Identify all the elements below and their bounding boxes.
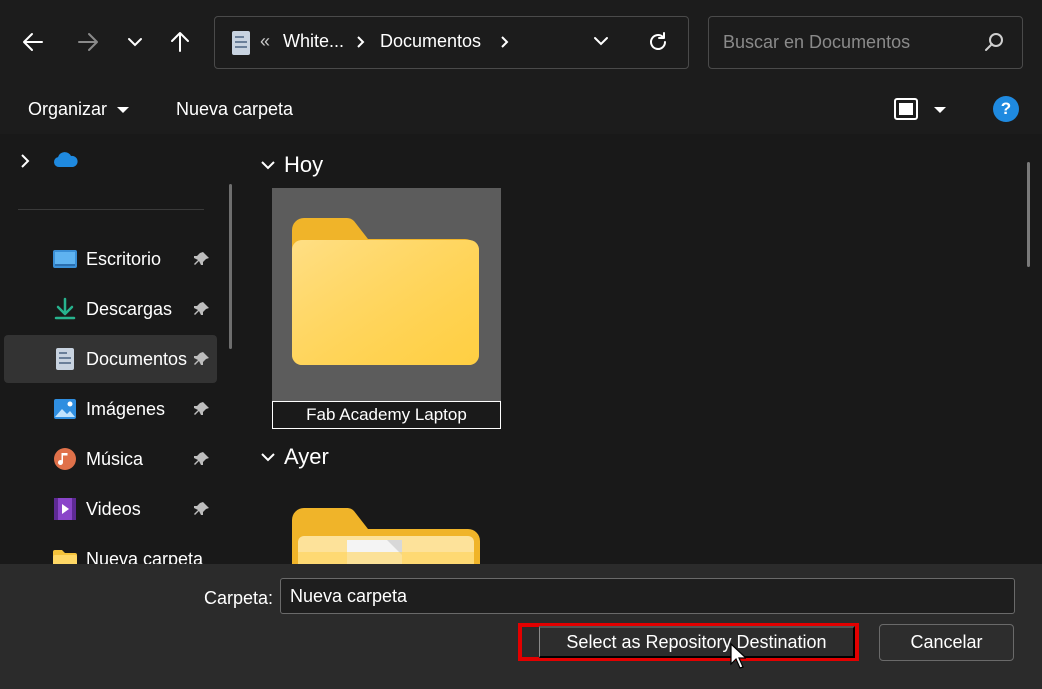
folder-icon[interactable] bbox=[292, 508, 482, 564]
chevron-down-icon[interactable] bbox=[593, 35, 609, 47]
pin-icon bbox=[194, 302, 209, 315]
sidebar-item-label: Música bbox=[86, 449, 144, 469]
mouse-cursor-icon bbox=[730, 643, 746, 669]
address-toolbar: « White... Documentos Buscar en Document… bbox=[0, 0, 1042, 86]
rename-field[interactable]: Fab Academy Laptop bbox=[272, 401, 501, 429]
onedrive-icon[interactable] bbox=[52, 151, 80, 169]
pin-icon bbox=[194, 352, 209, 365]
view-layout-icon[interactable] bbox=[893, 97, 919, 121]
caret-down-icon[interactable] bbox=[116, 105, 130, 115]
select-destination-button[interactable]: Select as Repository Destination bbox=[539, 626, 855, 658]
group-header-ayer[interactable]: Ayer bbox=[260, 444, 329, 470]
help-button[interactable]: ? bbox=[993, 96, 1019, 122]
chevron-down-icon[interactable] bbox=[260, 159, 276, 171]
arrow-left-icon bbox=[23, 33, 43, 51]
sidebar-item-nueva-carpeta[interactable]: Nueva carpeta bbox=[4, 535, 217, 564]
new-folder-button[interactable]: Nueva carpeta bbox=[176, 99, 293, 120]
cancel-button[interactable]: Cancelar bbox=[879, 624, 1014, 661]
chevron-right-icon[interactable] bbox=[499, 35, 509, 49]
arrow-right-icon bbox=[78, 33, 98, 51]
pin-icon bbox=[194, 252, 209, 265]
music-icon bbox=[52, 447, 78, 471]
folder-label: Carpeta: bbox=[204, 588, 274, 608]
document-icon bbox=[232, 31, 250, 55]
group-title: Hoy bbox=[284, 152, 324, 177]
breadcrumb-overflow[interactable]: « bbox=[260, 31, 270, 52]
sidebar-item-videos[interactable]: Videos bbox=[4, 485, 217, 533]
group-title: Ayer bbox=[284, 444, 329, 469]
sidebar-item-label: Descargas bbox=[86, 299, 173, 319]
pin-icon bbox=[194, 452, 209, 465]
file-list: Hoy Fab Academy Laptop Ayer bbox=[246, 134, 1042, 564]
search-icon[interactable] bbox=[984, 32, 1004, 52]
dialog-footer: Carpeta: Select as Repository Destinatio… bbox=[0, 564, 1042, 689]
back-button[interactable] bbox=[15, 24, 51, 60]
content-scrollbar[interactable] bbox=[1027, 162, 1030, 267]
video-icon bbox=[52, 497, 78, 521]
breadcrumb-documentos[interactable]: Documentos bbox=[380, 31, 481, 52]
pin-icon bbox=[194, 402, 209, 415]
search-box[interactable]: Buscar en Documentos bbox=[708, 16, 1023, 69]
folder-icon bbox=[52, 547, 78, 564]
sidebar-item-label: Nueva carpeta bbox=[86, 549, 204, 564]
refresh-icon[interactable] bbox=[647, 31, 669, 53]
folder-icon bbox=[292, 217, 479, 365]
chevron-down-icon bbox=[128, 38, 142, 47]
sidebar-item-escritorio[interactable]: Escritorio bbox=[4, 235, 217, 283]
chevron-right-icon[interactable] bbox=[355, 35, 365, 49]
organize-button[interactable]: Organizar bbox=[28, 99, 107, 120]
search-input[interactable]: Buscar en Documentos bbox=[723, 32, 910, 53]
sidebar-item-imagenes[interactable]: Imágenes bbox=[4, 385, 217, 433]
sidebar-item-label: Videos bbox=[86, 499, 141, 519]
pin-icon bbox=[194, 502, 209, 515]
nav-scrollbar[interactable] bbox=[229, 184, 232, 349]
desktop-icon bbox=[52, 247, 78, 271]
sidebar-item-label: Escritorio bbox=[86, 249, 162, 269]
sidebar-item-musica[interactable]: Música bbox=[4, 435, 217, 483]
navigation-pane: Escritorio Descargas Documentos Imágenes… bbox=[0, 134, 246, 564]
sidebar-item-documentos[interactable]: Documentos bbox=[4, 335, 217, 383]
download-icon bbox=[52, 297, 78, 321]
sidebar-item-descargas[interactable]: Descargas bbox=[4, 285, 217, 333]
nav-divider bbox=[18, 209, 204, 210]
up-button[interactable] bbox=[162, 24, 198, 60]
address-bar[interactable]: « White... Documentos bbox=[214, 16, 689, 69]
breadcrumb-white[interactable]: White... bbox=[283, 31, 344, 52]
folder-name-input[interactable] bbox=[280, 578, 1015, 614]
folder-item[interactable]: Fab Academy Laptop bbox=[272, 188, 501, 429]
chevron-right-icon[interactable] bbox=[18, 152, 32, 170]
arrow-up-icon bbox=[171, 32, 189, 52]
sidebar-item-label: Imágenes bbox=[86, 399, 166, 419]
group-header-hoy[interactable]: Hoy bbox=[260, 152, 323, 178]
recent-locations-button[interactable] bbox=[117, 24, 153, 60]
sidebar-item-label: Documentos bbox=[86, 349, 188, 369]
caret-down-icon[interactable] bbox=[933, 105, 947, 115]
pictures-icon bbox=[52, 397, 78, 421]
chevron-down-icon[interactable] bbox=[260, 451, 276, 463]
forward-button[interactable] bbox=[70, 24, 106, 60]
command-bar: Organizar Nueva carpeta ? bbox=[0, 86, 1042, 134]
document-icon bbox=[52, 347, 78, 371]
